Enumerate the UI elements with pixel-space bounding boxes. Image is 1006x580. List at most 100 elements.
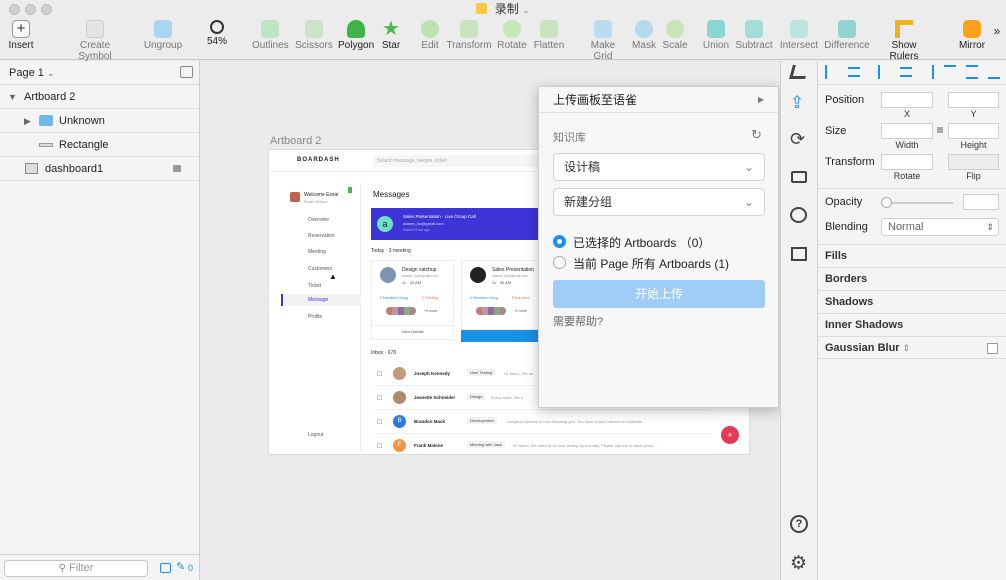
symbols-filter-icon[interactable]	[160, 563, 171, 573]
x-label: X	[903, 109, 910, 119]
align-hcenter-icon[interactable]	[900, 67, 912, 77]
align-vcenter-icon[interactable]	[966, 65, 978, 79]
blur-checkbox[interactable]	[987, 343, 998, 354]
rotate-field[interactable]	[881, 154, 933, 170]
help-link[interactable]: 需要帮助?	[553, 313, 603, 329]
align-right-icon[interactable]	[922, 65, 934, 79]
layers-stack-icon[interactable]	[791, 171, 807, 183]
flatten-icon	[540, 20, 558, 38]
inner-shadows-section[interactable]: Inner Shadows	[818, 313, 1006, 336]
sync-icon[interactable]: ⟳	[790, 129, 805, 150]
make-grid-button[interactable]: Make Grid	[580, 20, 626, 62]
layers-footer: ⚲ Filter ✎ 0	[0, 554, 199, 580]
close-window-button[interactable]	[9, 4, 20, 15]
transform-label: Transform	[825, 156, 875, 168]
row-message: Kaspara Upmann is now following you, You…	[507, 419, 646, 424]
flatten-button[interactable]: Flatten	[532, 20, 566, 51]
start-upload-button[interactable]: 开始上传	[553, 280, 765, 308]
layer-rectangle[interactable]: Rectangle	[0, 133, 199, 157]
align-top-icon[interactable]	[878, 65, 890, 79]
scale-button[interactable]: Scale	[661, 20, 689, 51]
refresh-icon[interactable]: ↻	[751, 127, 762, 143]
transform-button[interactable]: Transform	[446, 20, 492, 51]
radio-selected-artboards[interactable]: 已选择的 Artboards （0）	[553, 234, 765, 250]
zoom-control[interactable]: 54%	[192, 20, 242, 47]
minimize-window-button[interactable]	[25, 4, 36, 15]
mask-button[interactable]: Mask	[630, 20, 658, 51]
gaussian-blur-section[interactable]: Gaussian Blur ⇕	[818, 336, 1006, 359]
lock-icon[interactable]	[173, 165, 181, 172]
edit-button[interactable]: Edit	[418, 20, 442, 51]
zoom-window-button[interactable]	[41, 4, 52, 15]
title-bar: 录制 ⌄	[0, 0, 1006, 18]
banner-email: adams_ka@gmail.com	[403, 221, 444, 226]
position-y-field[interactable]	[948, 92, 999, 108]
align-left-icon[interactable]	[825, 65, 837, 79]
fab-add-icon: +	[721, 426, 739, 444]
layer-unknown[interactable]: ▶ Unknown	[0, 109, 199, 133]
align-center-icon[interactable]	[848, 67, 860, 77]
fills-section[interactable]: Fills	[818, 244, 1006, 267]
align-vtop-icon[interactable]	[944, 65, 956, 79]
collapse-sidebar-icon[interactable]	[789, 65, 809, 79]
ungroup-button[interactable]: Ungroup	[142, 20, 184, 51]
opacity-slider[interactable]	[883, 202, 953, 204]
grid-view-icon[interactable]	[791, 247, 807, 261]
width-field[interactable]	[881, 123, 933, 139]
group-select[interactable]: 新建分组 ⌄	[553, 188, 765, 216]
filter-input[interactable]: ⚲ Filter	[4, 560, 148, 577]
row-checkbox	[377, 395, 382, 400]
popup-header[interactable]: 上传画板至语雀 ▶	[539, 87, 778, 113]
layer-dashboard1[interactable]: dashboard1	[0, 157, 199, 181]
mirror-button[interactable]: Mirror	[957, 20, 987, 51]
show-rulers-button[interactable]: Show Rulers	[876, 20, 932, 62]
cursor-icon: ▲	[329, 272, 337, 281]
opacity-slider-knob[interactable]	[881, 197, 892, 208]
position-x-field[interactable]	[881, 92, 933, 108]
layer-artboard-2[interactable]: ▼ Artboard 2	[0, 85, 199, 109]
create-symbol-button[interactable]: Create Symbol	[62, 20, 128, 62]
opacity-field[interactable]	[963, 194, 999, 210]
flip-buttons[interactable]	[948, 154, 999, 170]
row-message: Hi Jason, We ne	[504, 371, 534, 376]
outlines-button[interactable]: Outlines	[252, 20, 289, 51]
radio-all-artboards[interactable]: 当前 Page 所有 Artboards (1)	[553, 255, 765, 271]
pencil-icon[interactable]: ✎	[176, 560, 185, 573]
transform-icon	[460, 20, 478, 38]
knowledge-base-select[interactable]: 设计稿 ⌄	[553, 153, 765, 181]
upload-icon[interactable]: ⇪	[790, 93, 804, 113]
height-field[interactable]	[948, 123, 999, 139]
artboard-label[interactable]: Artboard 2	[270, 135, 321, 147]
help-icon[interactable]: ?	[790, 515, 808, 533]
chevron-down-icon: ⌄	[46, 68, 55, 78]
scissors-button[interactable]: Scissors	[295, 20, 333, 51]
shadows-section[interactable]: Shadows	[818, 290, 1006, 313]
disclosure-open-icon[interactable]: ▼	[8, 85, 17, 109]
updown-icon[interactable]: ⇕	[903, 343, 911, 353]
palette-icon[interactable]	[790, 207, 807, 223]
blending-select[interactable]: Normal ⇕	[881, 218, 999, 236]
star-button[interactable]: ★ Star	[378, 19, 404, 51]
borders-section[interactable]: Borders	[818, 267, 1006, 290]
intersect-button[interactable]: Intersect	[779, 20, 819, 51]
knowledge-base-label: 知识库	[553, 132, 586, 144]
disclosure-closed-icon[interactable]: ▶	[24, 109, 31, 133]
page-selector[interactable]: Page 1 ⌄	[0, 61, 199, 85]
difference-button[interactable]: Difference	[824, 20, 870, 51]
insert-button[interactable]: + Insert	[6, 20, 36, 51]
rotate-button[interactable]: Rotate	[496, 20, 528, 51]
toolbar-overflow-icon[interactable]: »	[990, 24, 1004, 38]
lock-ratio-icon[interactable]	[937, 127, 943, 133]
collapse-pages-icon[interactable]	[180, 66, 193, 78]
row-tag: User Testing	[467, 369, 496, 376]
chevron-down-icon[interactable]: ⌄	[522, 5, 530, 15]
align-bottom-icon[interactable]	[988, 65, 1000, 79]
union-button[interactable]: Union	[701, 20, 731, 51]
messages-title: Messages	[373, 190, 410, 199]
inbox-label: Inbox · 678	[371, 350, 397, 356]
polygon-button[interactable]: Polygon	[338, 20, 374, 51]
card1-view-details: View Details	[372, 325, 453, 340]
settings-gear-icon[interactable]: ⚙	[790, 552, 807, 575]
subtract-button[interactable]: Subtract	[734, 20, 774, 51]
polygon-icon	[347, 20, 365, 38]
